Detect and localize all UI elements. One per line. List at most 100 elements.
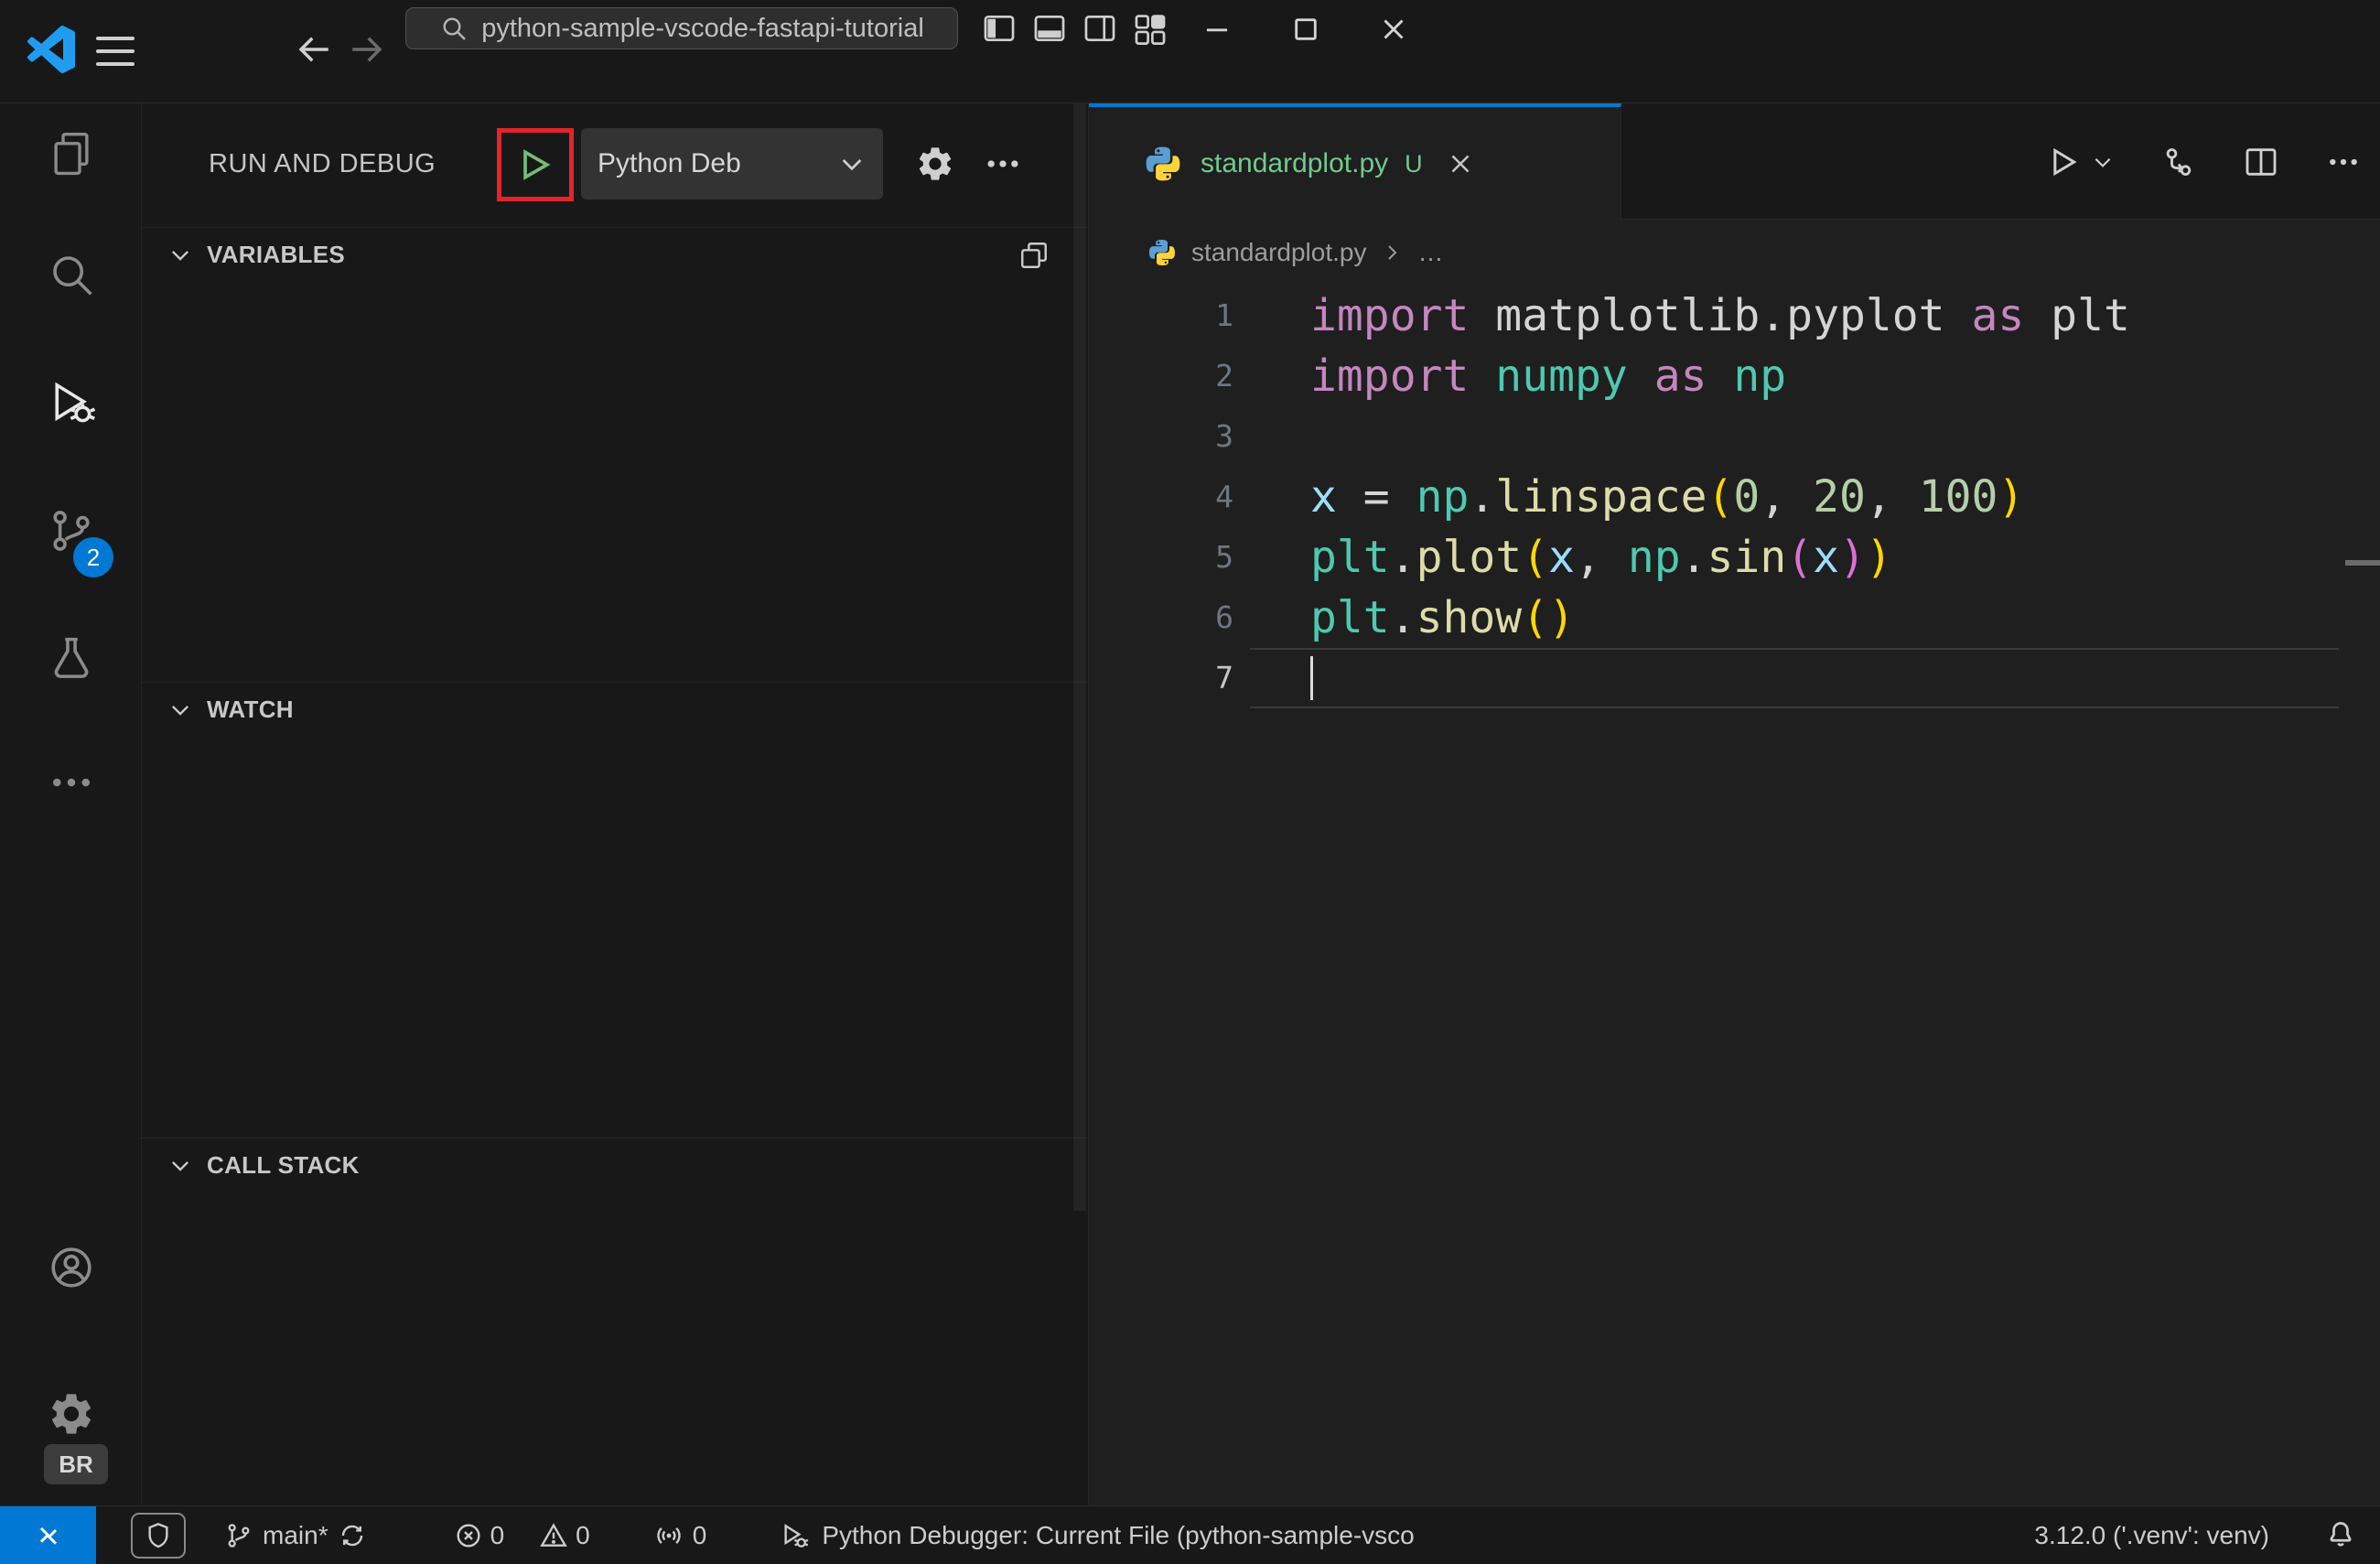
open-changes-icon[interactable]	[2160, 144, 2197, 180]
menu-hamburger-icon[interactable]	[94, 33, 136, 70]
chevron-down-icon	[842, 159, 862, 171]
warning-icon	[540, 1522, 567, 1547]
toggle-panel-icon[interactable]	[1032, 11, 1067, 46]
activity-search-icon[interactable]	[0, 224, 142, 325]
activity-explorer-icon[interactable]	[0, 103, 142, 204]
run-python-file-button[interactable]	[2045, 144, 2115, 180]
branch-name: main*	[263, 1520, 328, 1549]
search-label: python-sample-vscode-fastapi-tutorial	[481, 13, 924, 43]
toggle-secondary-sidebar-icon[interactable]	[1082, 11, 1117, 46]
toggle-primary-sidebar-icon[interactable]	[982, 11, 1017, 46]
navigate-back-icon[interactable]	[295, 30, 333, 69]
breadcrumb-more[interactable]: …	[1417, 238, 1443, 267]
breadcrumb-file[interactable]: standardplot.py	[1191, 238, 1366, 267]
line-content: x = np.linspace(0, 20, 100)	[1310, 471, 2025, 523]
tab-bar: standardplot.py U	[1089, 103, 2380, 221]
chevron-right-icon	[1388, 245, 1397, 260]
tutorial-highlight-box	[497, 128, 574, 201]
activity-source-control-icon[interactable]: 2	[0, 480, 142, 581]
problems-status[interactable]: 0 0	[454, 1521, 590, 1550]
code-line[interactable]: 3	[1089, 406, 2380, 467]
code-line[interactable]: 5 plt.plot(x, np.sin(x))	[1089, 527, 2380, 588]
breadcrumb: standardplot.py …	[1089, 220, 2380, 286]
section-call-stack-label: CALL STACK	[207, 1151, 360, 1179]
editor-more-actions-icon[interactable]	[2325, 144, 2362, 180]
search-icon	[443, 17, 467, 40]
chevron-down-icon[interactable]	[2091, 150, 2115, 174]
code-line[interactable]: 4 x = np.linspace(0, 20, 100)	[1089, 467, 2380, 527]
code-line[interactable]: 7	[1089, 648, 2380, 708]
line-number: 7	[1215, 660, 1233, 696]
customize-layout-icon[interactable]	[1133, 11, 1168, 46]
editor-group: standardplot.py U standardplot.py … 1 im…	[1089, 103, 2380, 1505]
port-count: 0	[692, 1520, 707, 1549]
tab-modified-indicator: U	[1405, 149, 1423, 178]
close-window-icon[interactable]	[1376, 12, 1411, 47]
run-and-debug-sidebar: RUN AND DEBUG Python Deb VARIABLES WATCH…	[142, 103, 1089, 1505]
line-number: 3	[1215, 418, 1233, 454]
code-area[interactable]: 1 import matplotlib.pyplot as plt 2 import …	[1089, 286, 2380, 1505]
activity-run-debug-icon[interactable]	[0, 352, 142, 453]
navigate-forward-icon[interactable]	[348, 30, 386, 69]
code-line[interactable]: 2 import numpy as np	[1089, 346, 2380, 406]
chevron-down-icon	[172, 250, 188, 261]
code-lines: 1 import matplotlib.pyplot as plt 2 import …	[1089, 286, 2380, 708]
broadcast-icon	[657, 1526, 681, 1544]
python-debugger-status[interactable]: Python Debugger: Current File (python-sa…	[780, 1520, 1415, 1550]
editor-actions	[2045, 103, 2362, 220]
python-file-icon	[1146, 146, 1180, 181]
section-watch[interactable]: WATCH	[142, 682, 1088, 737]
tab-standardplot[interactable]: standardplot.py U	[1089, 103, 1621, 221]
git-branch-icon	[228, 1523, 250, 1548]
sidebar-scrollbar[interactable]	[1073, 103, 1086, 1211]
profile-badge: BR	[42, 1442, 110, 1486]
line-number: 1	[1215, 297, 1233, 333]
section-variables[interactable]: VARIABLES	[142, 227, 1088, 282]
line-number: 5	[1215, 539, 1233, 575]
start-debugging-button[interactable]	[515, 145, 555, 185]
minimize-icon[interactable]	[1200, 12, 1234, 47]
command-center-search[interactable]: python-sample-vscode-fastapi-tutorial	[405, 7, 958, 49]
copy-value-icon[interactable]	[1018, 240, 1050, 271]
activity-testing-icon[interactable]	[0, 609, 142, 709]
workspace-trust-button[interactable]	[131, 1512, 186, 1559]
section-call-stack[interactable]: CALL STACK	[142, 1138, 1088, 1192]
line-content: plt.show()	[1310, 592, 1576, 643]
code-line[interactable]: 1 import matplotlib.pyplot as plt	[1089, 286, 2380, 346]
line-content: import matplotlib.pyplot as plt	[1310, 290, 2130, 341]
views-more-actions-icon[interactable]	[983, 144, 1023, 184]
git-branch-status[interactable]: main*	[224, 1521, 367, 1550]
python-interpreter-status[interactable]: 3.12.0 ('.venv': venv)	[2034, 1521, 2269, 1550]
split-editor-icon[interactable]	[2243, 144, 2279, 180]
remote-icon	[39, 1526, 57, 1545]
error-icon	[457, 1523, 480, 1548]
title-bar: python-sample-vscode-fastapi-tutorial	[0, 0, 2380, 103]
vscode-window: python-sample-vscode-fastapi-tutorial 2 …	[0, 0, 2380, 1564]
debug-configuration-dropdown[interactable]: Python Deb	[581, 128, 883, 200]
python-file-icon	[1149, 240, 1175, 265]
maximize-icon[interactable]	[1288, 12, 1323, 47]
ports-status[interactable]: 0	[654, 1520, 707, 1550]
remote-indicator[interactable]	[0, 1505, 96, 1564]
debug-configuration-label: Python Deb	[598, 148, 741, 178]
activity-bar: 2 BR	[0, 103, 142, 1505]
sidebar-title: RUN AND DEBUG	[209, 149, 436, 178]
chevron-down-icon	[172, 705, 188, 716]
tab-close-icon[interactable]	[1445, 148, 1476, 179]
tab-label: standardplot.py	[1201, 148, 1389, 178]
account-icon[interactable]	[0, 1217, 142, 1318]
code-line[interactable]: 6 plt.show()	[1089, 588, 2380, 648]
error-count: 0	[490, 1520, 505, 1549]
line-number: 4	[1215, 479, 1233, 514]
debugger-label: Python Debugger: Current File (python-sa…	[822, 1520, 1415, 1549]
line-number: 2	[1215, 358, 1233, 394]
notifications-bell-icon[interactable]	[2324, 1519, 2357, 1552]
activity-more-icon[interactable]	[0, 732, 142, 833]
sync-icon	[341, 1525, 362, 1546]
section-variables-label: VARIABLES	[207, 241, 346, 268]
run-icon	[2053, 147, 2077, 176]
debug-settings-gear-icon[interactable]	[915, 144, 955, 184]
status-bar: main* 0 0 0 Python Debugger: Current Fil…	[0, 1505, 2380, 1564]
scm-badge: 2	[73, 537, 113, 577]
line-number: 6	[1215, 599, 1233, 635]
